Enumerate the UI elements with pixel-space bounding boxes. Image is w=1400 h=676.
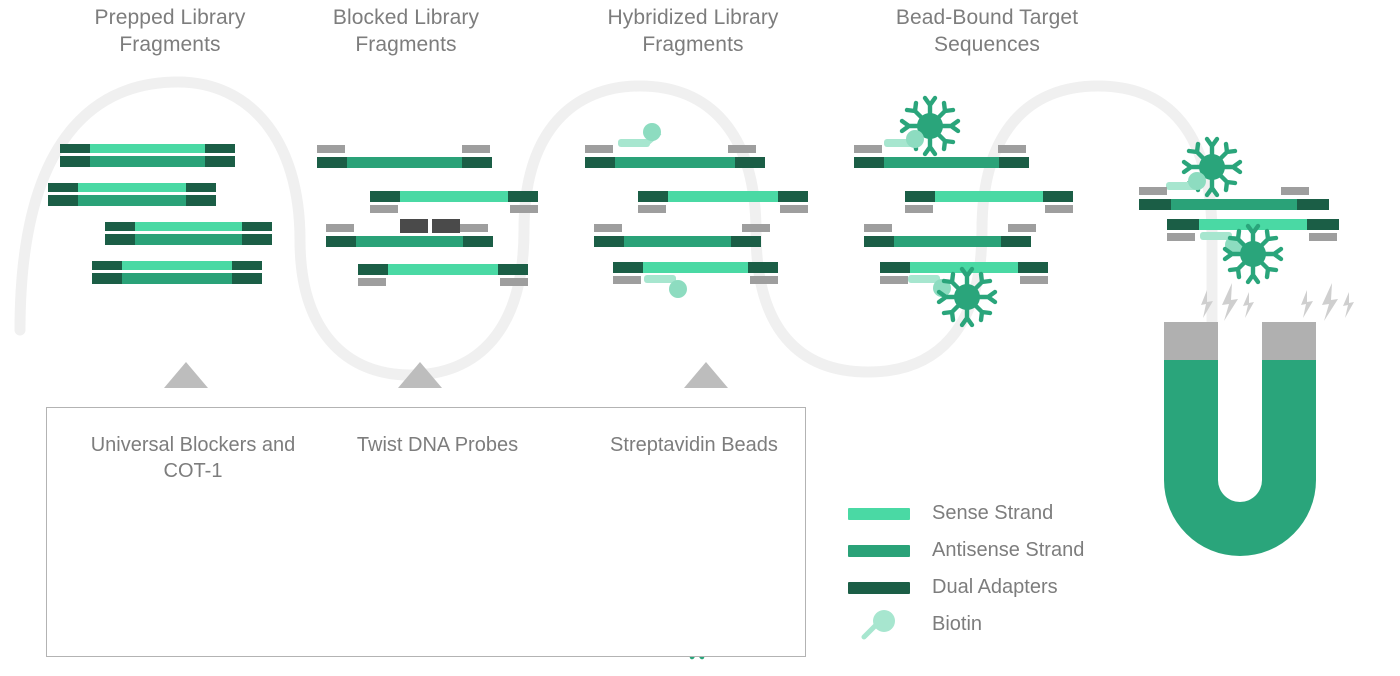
reagent-title-probes: Twist DNA Probes xyxy=(356,434,519,456)
legend-item-biotin: Biotin xyxy=(848,606,1084,643)
dual-adapters-swatch xyxy=(848,581,910,594)
biotin-icon xyxy=(848,609,910,640)
reagent-title-blockers: Universal Blockers and COT-1 xyxy=(90,434,296,482)
legend: Sense Strand Antisense Strand Dual Adapt… xyxy=(848,495,1084,643)
legend-item-antisense-strand: Antisense Strand xyxy=(848,532,1084,569)
antisense-strand-swatch xyxy=(848,544,910,557)
legend-label: Antisense Strand xyxy=(932,539,1085,561)
legend-label: Biotin xyxy=(932,613,983,635)
legend-item-dual-adapters: Dual Adapters xyxy=(848,569,1084,606)
panel-title-beadbound: Bead-Bound Target Sequences xyxy=(895,6,1079,56)
panel-title-hybridized: Hybridized Library Fragments xyxy=(607,6,779,56)
legend-item-sense-strand: Sense Strand xyxy=(848,495,1084,532)
legend-label: Sense Strand xyxy=(932,502,1054,524)
legend-label: Dual Adapters xyxy=(932,576,1058,598)
panel-title-blocked: Blocked Library Fragments xyxy=(332,6,480,56)
panel-title-prepped: Prepped Library Fragments xyxy=(94,6,246,56)
reagent-title-beads: Streptavidin Beads xyxy=(610,434,778,456)
diagram-canvas: Prepped Library Fragments Blocked Librar… xyxy=(0,0,1400,676)
sense-strand-swatch xyxy=(848,507,910,520)
